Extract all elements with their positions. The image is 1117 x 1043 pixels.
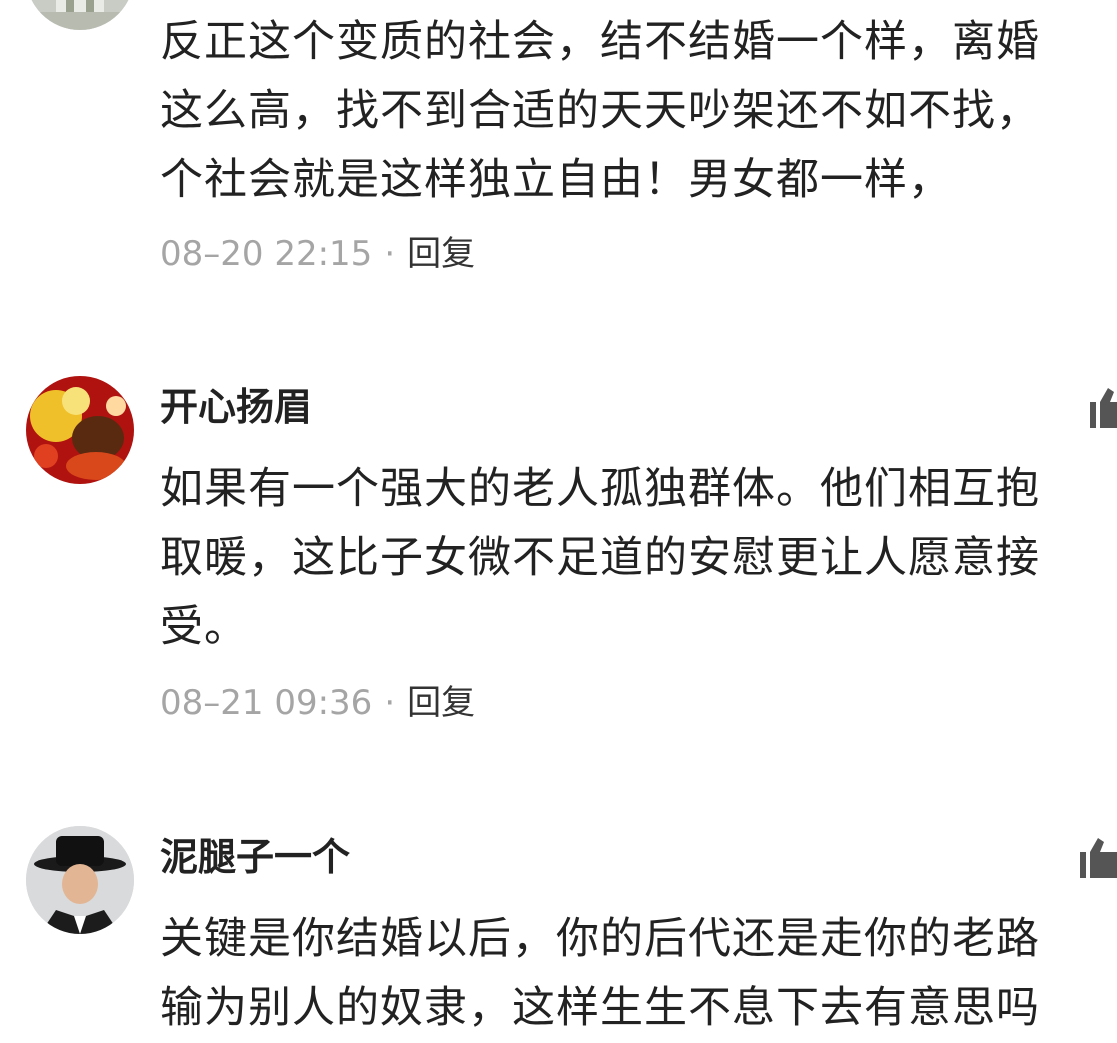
comment-meta: 08–21 09:36 · 回复 [160,686,475,720]
comment-text-line: 反正这个变质的社会，结不结婚一个样，离婚 [160,17,1040,67]
comment-text-line: 输为别人的奴隶，这样生生不息下去有意思吗 [160,983,1040,1033]
user-avatar[interactable] [26,376,134,484]
user-avatar[interactable] [26,0,134,30]
meta-separator: · [384,683,396,723]
username[interactable]: 泥腿子一个 [160,838,350,876]
comment-text: 反正这个变质的社会，结不结婚一个样，离婚 这么高，找不到合适的天天吵架还不如不找… [160,8,1117,215]
comment-text-line: 如果有一个强大的老人孤独群体。他们相互抱 [160,464,1040,514]
reply-button[interactable]: 回复 [407,234,475,274]
comment-text-line: 取暖，这比子女微不足道的安慰更让人愿意接 [160,533,1040,583]
comment-text-line: 受。 [160,602,248,652]
comment-timestamp: 08–20 22:15 [160,234,373,274]
comment-text: 如果有一个强大的老人孤独群体。他们相互抱 取暖，这比子女微不足道的安慰更让人愿意… [160,455,1117,662]
thumbs-up-icon[interactable] [1080,386,1117,430]
meta-separator: · [384,234,396,274]
reply-button[interactable]: 回复 [407,683,475,723]
comment-text: 关键是你结婚以后，你的后代还是走你的老路 输为别人的奴隶，这样生生不息下去有意思… [160,905,1117,1043]
comment-text-line: 这么高，找不到合适的天天吵架还不如不找， [160,86,1040,136]
comment-text-line: 个社会就是这样独立自由！男女都一样， [160,155,952,205]
comment-timestamp: 08–21 09:36 [160,683,373,723]
thumbs-up-icon[interactable] [1080,836,1117,880]
username[interactable]: 开心扬眉 [160,388,312,426]
comment-meta: 08–20 22:15 · 回复 [160,237,475,271]
comment-text-line: 关键是你结婚以后，你的后代还是走你的老路 [160,914,1040,964]
user-avatar[interactable] [26,826,134,934]
